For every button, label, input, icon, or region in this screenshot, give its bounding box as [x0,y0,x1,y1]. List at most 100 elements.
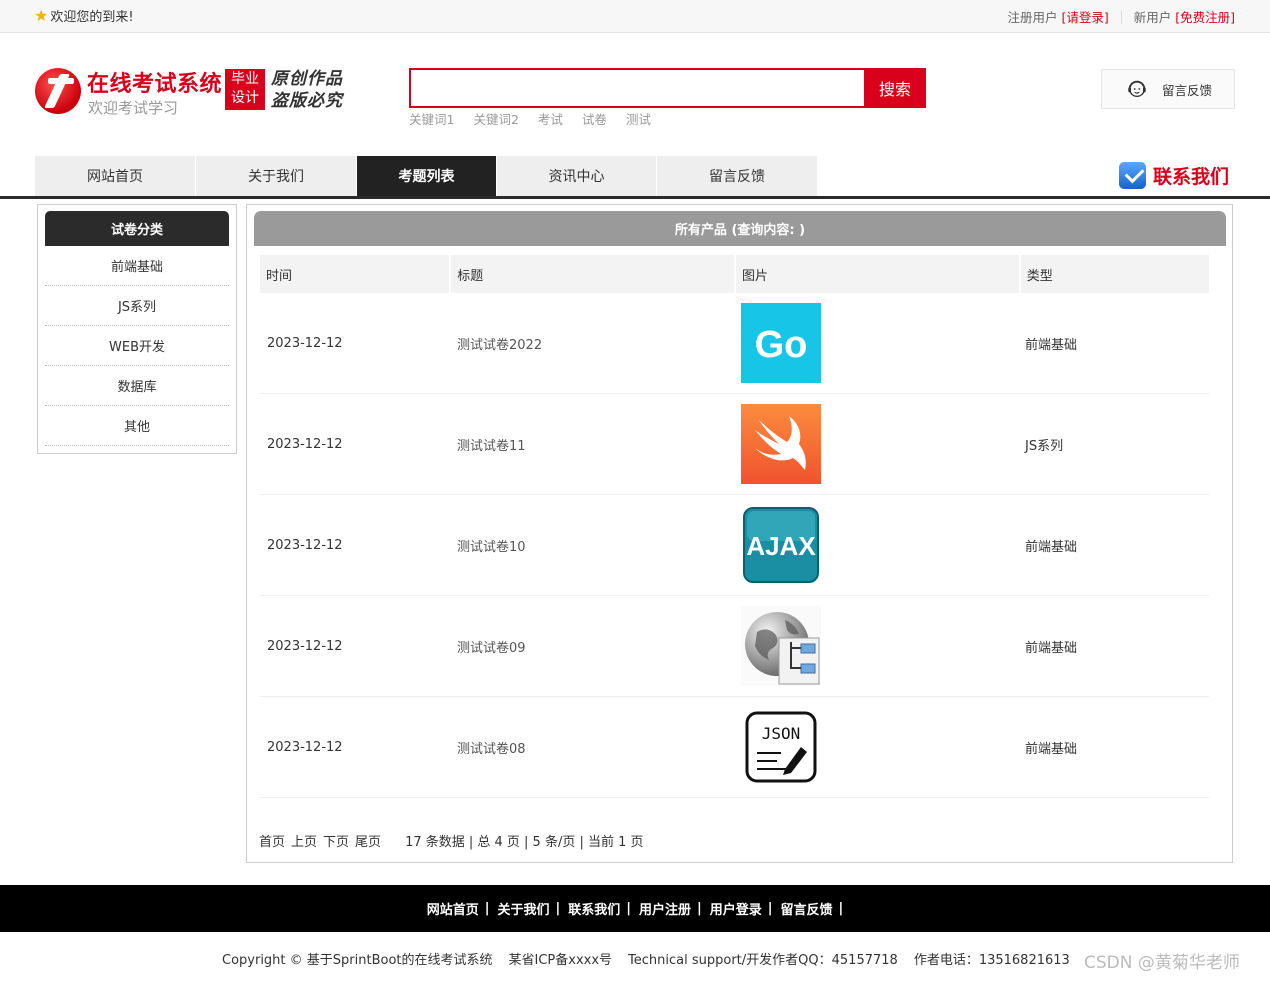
ajax-logo-icon[interactable]: AJAX [741,505,821,585]
watermark: CSDN @黄菊华老师 [1084,953,1240,973]
go-logo-icon[interactable]: Go [741,303,821,383]
divider [1120,9,1122,24]
sidebar-item-frontend[interactable]: 前端基础 [45,246,229,286]
svg-text:Go: Go [755,324,808,366]
sidebar-item-database[interactable]: 数据库 [45,366,229,406]
cell-type: 前端基础 [1025,539,1078,555]
column-header-type: 类型 [1020,255,1209,293]
search-input[interactable] [411,70,864,106]
prev-page-link[interactable]: 上页 [291,831,317,850]
site-logo-icon[interactable] [35,68,81,114]
cell-time: 2023-12-12 [267,537,343,553]
graduation-design-badge: 毕业 设计 [225,69,265,110]
welcome-message: ★ 欢迎您的到来! [34,6,134,25]
site-title[interactable]: 在线考试系统 [87,66,222,98]
nav-item-home[interactable]: 网站首页 [35,156,196,196]
table-row[interactable]: 2023-12-12 测试试卷09 前端基础 [260,596,1209,697]
account-links: 注册用户 [请登录] 新用户 [免费注册] [1007,7,1235,26]
cell-title[interactable]: 测试试卷08 [450,738,734,757]
column-header-time: 时间 [260,255,450,293]
cell-type: 前端基础 [1025,741,1078,757]
main-nav: 网站首页 关于我们 考题列表 资讯中心 留言反馈 [35,156,818,196]
sidebar-item-js[interactable]: JS系列 [45,286,229,326]
footer-link-feedback[interactable]: 留言反馈 [781,899,833,918]
icp-text: 某省ICP备xxxx号 [508,953,613,968]
table-row[interactable]: 2023-12-12 测试试卷08 JSON 前端基础 [260,697,1209,798]
svg-text:JSON: JSON [762,724,801,743]
footer-link-about[interactable]: 关于我们 [497,899,549,918]
cell-title[interactable]: 测试试卷09 [450,637,734,656]
contact-us-link[interactable]: 联系我们 [1119,162,1229,189]
cell-title[interactable]: 测试试卷10 [450,536,734,555]
cell-image [734,606,1018,686]
cell-type: 前端基础 [1025,640,1078,656]
slogan-line-1: 原创作品 [271,69,343,89]
search-bar: 搜索 [409,68,926,108]
new-user-label: 新用户 [1133,10,1172,25]
table-row[interactable]: 2023-12-12 测试试卷2022 Go 前端基础 [260,293,1209,394]
nav-item-about[interactable]: 关于我们 [196,156,357,196]
register-user-label: 注册用户 [1007,10,1058,25]
star-icon: ★ [34,6,49,25]
cell-image: JSON [734,707,1018,787]
signup-link[interactable]: [免费注册] [1175,7,1235,26]
checkmark-icon [1119,162,1146,189]
hotword-link[interactable]: 关键词2 [473,109,518,128]
globe-sitemap-icon[interactable] [741,606,821,686]
next-page-link[interactable]: 下页 [323,831,349,850]
footer-link-contact[interactable]: 联系我们 [568,899,620,918]
hotword-link[interactable]: 考试 [538,109,563,128]
hotword-link[interactable]: 测试 [626,109,651,128]
table-header: 时间 标题 图片 类型 [260,255,1209,293]
site-subtitle: 欢迎考试学习 [88,99,179,117]
copyright-text: Copyright © 基于SprintBoot的在线考试系统 [222,953,493,968]
cell-image: Go [734,303,1018,383]
exam-list-panel: 所有产品 (查询内容: ) 时间 标题 图片 类型 2023-12-12 测试试… [246,204,1233,863]
nav-item-feedback[interactable]: 留言反馈 [657,156,818,196]
contact-us-label: 联系我们 [1153,166,1230,188]
cell-time: 2023-12-12 [267,436,343,452]
nav-item-news[interactable]: 资讯中心 [497,156,657,196]
cell-title[interactable]: 测试试卷11 [450,435,734,454]
nav-divider [0,196,1270,199]
column-header-image: 图片 [736,255,1019,293]
swift-logo-icon[interactable] [741,404,821,484]
feedback-label: 留言反馈 [1162,82,1213,98]
nav-item-exam-list[interactable]: 考题列表 [357,156,497,196]
login-link[interactable]: [请登录] [1061,7,1108,26]
slogan: 原创作品 盗版必究 [271,68,343,112]
badge-line-2: 设计 [231,90,259,106]
footer-link-register[interactable]: 用户注册 [639,899,691,918]
badge-line-1: 毕业 [231,71,259,87]
json-edit-icon[interactable]: JSON [741,707,821,787]
first-page-link[interactable]: 首页 [259,831,285,850]
cell-title[interactable]: 测试试卷2022 [450,334,734,353]
cell-type: JS系列 [1025,438,1064,454]
pagination-summary: 17 条数据 | 总 4 页 | 5 条/页 | 当前 1 页 [405,835,644,850]
column-header-title: 标题 [451,255,734,293]
sidebar-title: 试卷分类 [45,211,229,246]
sidebar-item-other[interactable]: 其他 [45,406,229,446]
cell-image: AJAX [734,505,1018,585]
footer-link-home[interactable]: 网站首页 [427,899,479,918]
footer-link-login[interactable]: 用户登录 [710,899,762,918]
footer-nav: 网站首页 | 关于我们 | 联系我们 | 用户注册 | 用户登录 | 留言反馈 | [0,885,1270,932]
feedback-button[interactable]: 留言反馈 [1101,69,1235,109]
hotword-link[interactable]: 关键词1 [409,109,454,128]
top-bar: ★ 欢迎您的到来! 注册用户 [请登录] 新用户 [免费注册] [0,0,1270,33]
support-text: Technical support/开发作者QQ：45157718 [628,953,898,968]
table-row[interactable]: 2023-12-12 测试试卷11 JS系列 [260,394,1209,495]
phone-text: 作者电话：13516821613 [913,953,1070,968]
sidebar-item-web[interactable]: WEB开发 [45,326,229,366]
table-row[interactable]: 2023-12-12 测试试卷10 AJAX 前端基础 [260,495,1209,596]
cell-time: 2023-12-12 [267,638,343,654]
hotword-link[interactable]: 试卷 [582,109,607,128]
category-sidebar: 试卷分类 前端基础 JS系列 WEB开发 数据库 其他 [37,204,237,454]
cell-image [734,404,1018,484]
pagination: 首页 上页 下页 尾页 17 条数据 | 总 4 页 | 5 条/页 | 当前 … [259,831,644,850]
hot-keywords: 关键词1 关键词2 考试 试卷 测试 [409,109,651,128]
search-button[interactable]: 搜索 [864,68,926,108]
last-page-link[interactable]: 尾页 [355,831,381,850]
cell-time: 2023-12-12 [267,335,343,351]
welcome-text: 欢迎您的到来! [50,10,134,25]
